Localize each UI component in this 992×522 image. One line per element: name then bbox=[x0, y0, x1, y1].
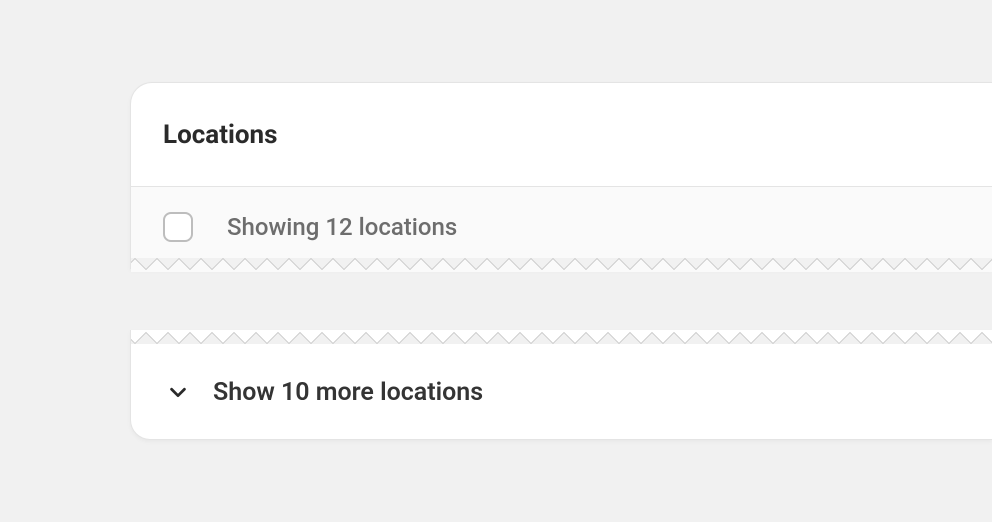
locations-card-bottom: Show 10 more locations bbox=[130, 330, 992, 440]
show-more-label: Show 10 more locations bbox=[213, 378, 483, 407]
truncation-indicator-top bbox=[131, 258, 992, 272]
locations-title: Locations bbox=[163, 120, 278, 150]
locations-card-header: Locations bbox=[131, 83, 992, 187]
show-more-locations-button[interactable]: Show 10 more locations bbox=[131, 345, 992, 439]
select-all-checkbox[interactable] bbox=[163, 212, 193, 242]
showing-count-label: Showing 12 locations bbox=[227, 213, 457, 241]
locations-card-top: Locations Showing 12 locations bbox=[130, 82, 992, 269]
chevron-down-icon bbox=[167, 381, 189, 403]
locations-summary-row: Showing 12 locations bbox=[131, 187, 992, 267]
truncation-indicator-bottom bbox=[131, 330, 992, 344]
